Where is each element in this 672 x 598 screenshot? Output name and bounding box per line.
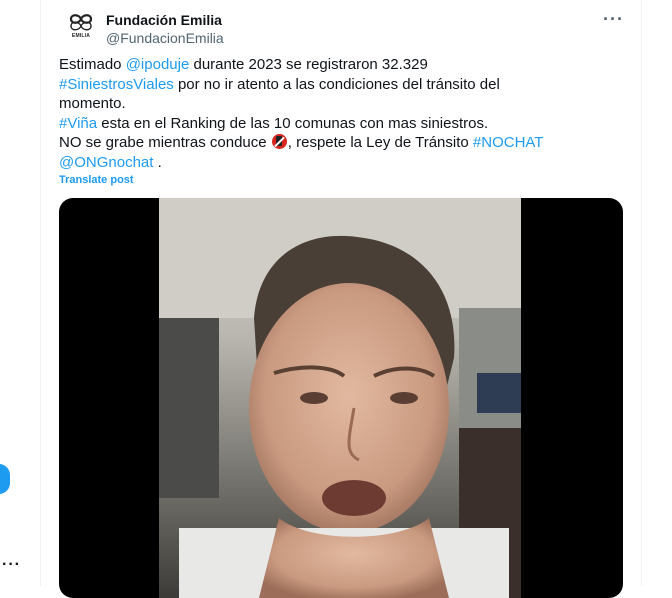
text-segment: por no ir atento a las condiciones del t… [173,75,500,93]
text-segment: esta en el Ranking de las 10 comunas con… [97,114,489,132]
video-frame[interactable] [159,198,521,598]
text-segment: NO se grabe mientras conduce [59,134,271,151]
infinity-logo-icon [69,14,93,31]
tweet-line: momento. [59,94,629,114]
hashtag-link[interactable]: #Viña [59,115,97,132]
avatar[interactable]: EMILIA [61,12,101,52]
mention-link[interactable]: @ipoduje [126,56,190,73]
tweet-line: @ONGnochat . [59,153,629,173]
left-nav-rail: ··· [0,0,40,586]
post-button[interactable] [0,464,10,494]
text-segment: . [153,153,162,171]
tweet-line: Estimado @ipoduje durante 2023 se regist… [59,55,629,75]
video-thumbnail-image [159,198,521,598]
hashtag-link[interactable]: #SiniestrosViales [59,76,174,93]
tweet-card: EMILIA Fundación Emilia @FundacionEmilia… [40,0,642,598]
tweet-line: NO se grabe mientras conduce , respete l… [59,133,629,153]
mention-link[interactable]: @ONGnochat [59,154,153,171]
more-options-icon[interactable]: ··· [603,10,624,28]
translate-post-link[interactable]: Translate post [59,174,134,186]
avatar-logo-text: EMILIA [71,33,91,39]
author-display-name[interactable]: Fundación Emilia [106,12,222,28]
text-segment: Estimado [59,56,126,73]
tweet-line: #SiniestrosViales por no ir atento a las… [59,75,629,95]
text-segment: , respete la Ley de Tránsito [287,134,473,151]
video-media[interactable] [59,198,623,598]
author-handle[interactable]: @FundacionEmilia [106,30,224,46]
tweet-text: Estimado @ipoduje durante 2023 se regist… [59,55,629,172]
rail-more-icon[interactable]: ··· [2,556,21,574]
tweet-line: #Viña esta en el Ranking de las 10 comun… [59,114,629,134]
text-segment: durante 2023 se registraron 32.329 [189,56,428,73]
no-mobile-phones-icon [271,134,287,149]
hashtag-link[interactable]: #NOCHAT [473,134,544,151]
text-segment: momento. [59,95,126,112]
